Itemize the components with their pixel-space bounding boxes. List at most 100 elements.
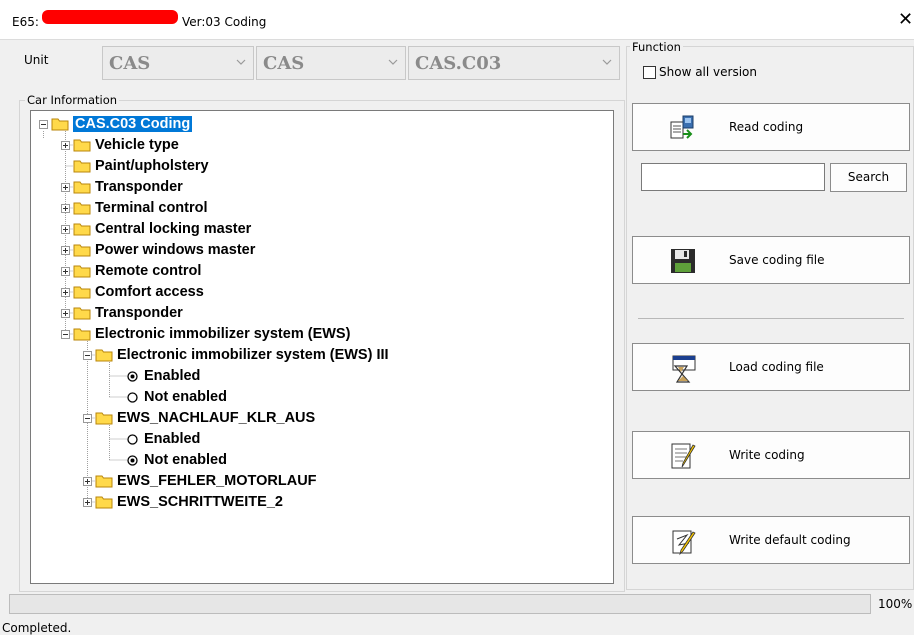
write-default-coding-button[interactable]: Write default coding <box>632 516 910 564</box>
read-coding-icon <box>670 115 694 139</box>
collapse-icon[interactable] <box>61 329 70 339</box>
load-coding-file-button[interactable]: Load coding file <box>632 343 910 391</box>
tree-item-label: Power windows master <box>95 242 256 258</box>
search-button[interactable]: Search <box>830 163 907 192</box>
tree-item-label: Central locking master <box>95 221 252 237</box>
expand-icon[interactable] <box>61 245 70 255</box>
chevron-down-icon <box>236 59 246 65</box>
expand-icon[interactable] <box>61 203 70 213</box>
tree-item-remote-control[interactable]: Remote control <box>61 261 201 281</box>
tree-item-label: EWS_NACHLAUF_KLR_AUS <box>117 410 316 426</box>
tree-item-label: Paint/upholstery <box>95 158 209 174</box>
unit-combo-1[interactable]: CAS <box>102 46 254 80</box>
tree-item-ews[interactable]: Electronic immobilizer system (EWS) <box>61 324 350 344</box>
expand-icon[interactable] <box>83 497 92 507</box>
tree-item-transponder[interactable]: Transponder <box>61 177 183 197</box>
checkbox-box[interactable] <box>643 65 656 79</box>
option-not-enabled[interactable]: Not enabled <box>127 387 227 407</box>
unit-combo-1-value: CAS <box>109 53 151 74</box>
expand-icon[interactable] <box>61 140 70 150</box>
radio-selected-icon[interactable] <box>127 370 138 382</box>
write-coding-label: Write coding <box>729 448 805 462</box>
option-not-enabled[interactable]: Not enabled <box>127 450 227 470</box>
option-enabled[interactable]: Enabled <box>127 366 200 386</box>
save-coding-file-label: Save coding file <box>729 253 825 267</box>
title-bar: E65: Ver:03 Coding ✕ <box>0 0 914 40</box>
option-label: Not enabled <box>144 389 227 405</box>
folder-icon <box>73 160 91 173</box>
tree-item-label: EWS_SCHRITTWEITE_2 <box>117 494 283 510</box>
collapse-icon[interactable] <box>39 119 48 129</box>
folder-icon <box>73 223 91 236</box>
tree-root[interactable]: CAS.C03 Coding <box>39 114 193 134</box>
option-label: Enabled <box>144 431 201 447</box>
folder-icon <box>73 286 91 299</box>
close-icon[interactable]: ✕ <box>898 10 913 30</box>
unit-label: Unit <box>24 53 49 67</box>
tree-item-ews-schrittweite[interactable]: EWS_SCHRITTWEITE_2 <box>83 492 283 512</box>
expand-icon[interactable] <box>61 308 70 318</box>
tree-item-transponder-2[interactable]: Transponder <box>61 303 183 323</box>
folder-icon <box>73 307 91 320</box>
unit-combo-3-value: CAS.C03 <box>415 53 502 74</box>
write-coding-button[interactable]: Write coding <box>632 431 910 479</box>
tree-item-label: Transponder <box>95 305 183 321</box>
tree-item-terminal-control[interactable]: Terminal control <box>61 198 208 218</box>
expand-icon[interactable] <box>61 182 70 192</box>
tree-item-label: Transponder <box>95 179 183 195</box>
tree-item-ews-nachlauf[interactable]: EWS_NACHLAUF_KLR_AUS <box>83 408 315 428</box>
radio-unselected-icon[interactable] <box>127 433 138 445</box>
read-coding-button[interactable]: Read coding <box>632 103 910 151</box>
tree-item-label: Electronic immobilizer system (EWS) <box>95 326 351 342</box>
read-coding-label: Read coding <box>729 120 804 134</box>
folder-icon <box>51 118 69 131</box>
function-label: Function <box>630 40 683 54</box>
expand-icon[interactable] <box>61 287 70 297</box>
radio-selected-icon[interactable] <box>127 454 138 466</box>
folder-icon <box>95 496 113 509</box>
tree-root-label: CAS.C03 Coding <box>73 116 193 132</box>
write-default-coding-icon <box>672 530 696 556</box>
save-coding-file-button[interactable]: Save coding file <box>632 236 910 284</box>
tree-item-ews-fehler[interactable]: EWS_FEHLER_MOTORLAUF <box>83 471 317 491</box>
load-coding-file-label: Load coding file <box>729 360 824 374</box>
folder-icon <box>95 412 113 425</box>
tree-item-paint-upholstery[interactable]: Paint/upholstery <box>61 156 209 176</box>
collapse-icon[interactable] <box>83 413 92 423</box>
chevron-down-icon <box>602 59 612 65</box>
show-all-version-label: Show all version <box>659 65 757 79</box>
tree-item-label: EWS_FEHLER_MOTORLAUF <box>117 473 317 489</box>
tree-item-label: Comfort access <box>95 284 204 300</box>
car-information-tree[interactable]: CAS.C03 Coding Vehicle type Paint/uphols… <box>30 110 614 584</box>
option-enabled[interactable]: Enabled <box>127 429 200 449</box>
option-label: Enabled <box>144 368 201 384</box>
folder-icon <box>95 475 113 488</box>
expand-icon[interactable] <box>83 476 92 486</box>
tree-item-power-windows[interactable]: Power windows master <box>61 240 255 260</box>
unit-combo-2[interactable]: CAS <box>256 46 406 80</box>
radio-unselected-icon[interactable] <box>127 391 138 403</box>
unit-combo-3[interactable]: CAS.C03 <box>408 46 620 80</box>
function-separator <box>638 318 904 319</box>
expand-icon[interactable] <box>61 266 70 276</box>
status-message: Completed. <box>2 621 72 635</box>
progress-bar <box>9 594 871 614</box>
tree-item-ews-iii[interactable]: Electronic immobilizer system (EWS) III <box>83 345 389 365</box>
tree-item-central-locking[interactable]: Central locking master <box>61 219 251 239</box>
search-input[interactable] <box>641 163 825 191</box>
tree-item-comfort-access[interactable]: Comfort access <box>61 282 204 302</box>
tree-item-label: Remote control <box>95 263 202 279</box>
chevron-down-icon <box>388 59 398 65</box>
folder-icon <box>73 265 91 278</box>
window-title-version: Ver:03 Coding <box>182 15 267 29</box>
folder-icon <box>73 202 91 215</box>
tree-item-vehicle-type[interactable]: Vehicle type <box>61 135 179 155</box>
write-coding-icon <box>671 443 696 469</box>
unit-combo-2-value: CAS <box>263 53 305 74</box>
folder-icon <box>73 328 91 341</box>
option-label: Not enabled <box>144 452 227 468</box>
expand-icon[interactable] <box>61 224 70 234</box>
collapse-icon[interactable] <box>83 350 92 360</box>
show-all-version-checkbox[interactable]: Show all version <box>643 65 757 79</box>
folder-icon <box>73 181 91 194</box>
